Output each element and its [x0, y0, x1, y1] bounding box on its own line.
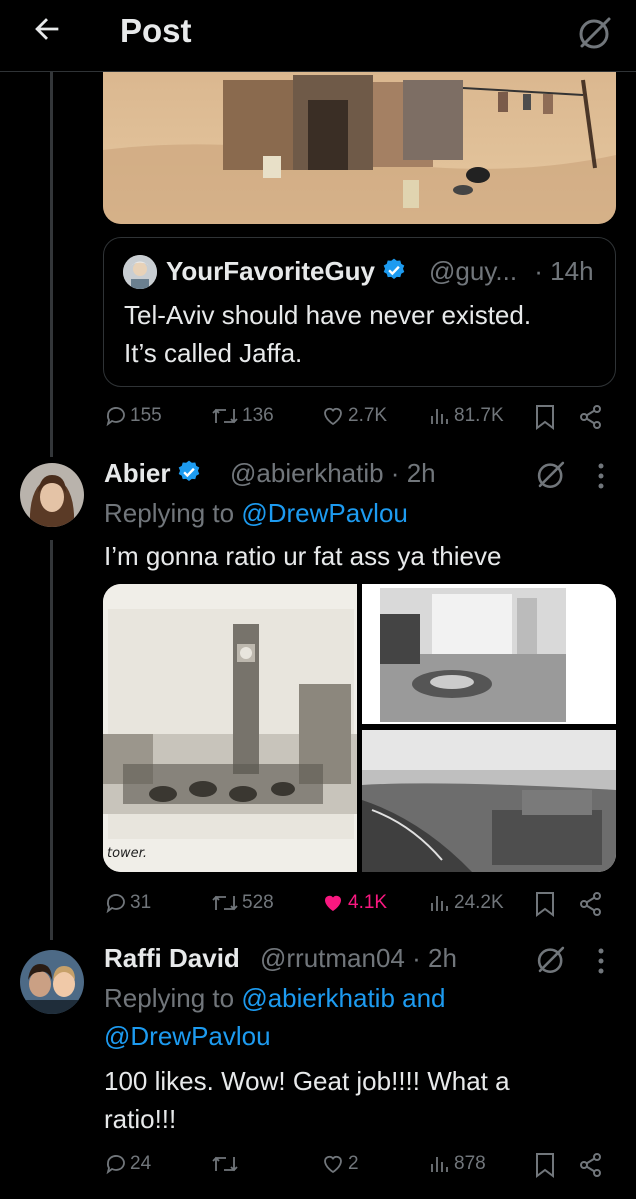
share-icon[interactable] [578, 891, 604, 922]
quoted-post-card[interactable]: YourFavoriteGuy @guy... · 14h Tel-Aviv s… [103, 237, 616, 387]
repost-icon [212, 1156, 238, 1172]
repost-count: 528 [242, 892, 274, 913]
replying-prefix: Replying to [104, 983, 235, 1013]
replying-to: Replying to @DrewPavlou [104, 494, 408, 532]
views-button[interactable]: 878 [428, 1152, 486, 1176]
reply-icon [106, 1155, 125, 1175]
like-count: 2.7K [348, 405, 388, 426]
bookmark-icon[interactable] [534, 404, 556, 435]
views-count: 878 [454, 1153, 486, 1174]
quoted-text-line: Tel-Aviv should have never existed. [124, 300, 532, 330]
repost-icon [212, 408, 238, 424]
share-icon[interactable] [578, 1152, 604, 1183]
views-count: 81.7K [454, 405, 504, 426]
author-label: Abier [104, 458, 171, 488]
quoted-text-line: It’s called Jaffa. [124, 338, 303, 368]
author-handle-time: @rrutman04 · 2h [260, 943, 457, 973]
bookmark-icon[interactable] [534, 1152, 556, 1183]
heart-icon [324, 1155, 342, 1174]
views-icon [431, 896, 448, 911]
repost-count: 136 [242, 405, 274, 426]
reply-button[interactable]: 31 [104, 891, 151, 915]
quoted-text: Tel-Aviv should have never existed. It’s… [124, 296, 604, 372]
post-image-clock-tower[interactable]: tower. [103, 584, 357, 872]
repost-icon [212, 895, 238, 911]
quoted-author-name[interactable]: YourFavoriteGuy [166, 256, 407, 287]
thread-connector [50, 72, 53, 457]
page-title: Post [120, 12, 192, 49]
back-arrow-icon[interactable] [30, 12, 70, 48]
grok-icon[interactable] [534, 457, 568, 496]
reply-icon [106, 894, 125, 914]
repost-button[interactable]: 528 [210, 891, 274, 915]
replying-prefix: Replying to [104, 498, 235, 528]
top-header: Post [0, 0, 636, 72]
like-count: 4.1K [348, 892, 388, 913]
verified-badge-icon [179, 460, 200, 481]
views-button[interactable]: 24.2K [428, 891, 504, 915]
post-image-plaza[interactable] [362, 584, 616, 724]
grok-icon[interactable] [575, 12, 615, 52]
mention-link[interactable]: @DrewPavlou [104, 1017, 446, 1055]
like-button[interactable]: 2.7K [320, 404, 387, 428]
repost-button[interactable]: 136 [210, 404, 274, 428]
more-options-icon[interactable] [594, 462, 608, 495]
verified-badge-icon [383, 258, 405, 279]
mention-link[interactable]: @DrewPavlou [241, 498, 408, 528]
views-icon [431, 1157, 448, 1172]
author-name[interactable]: Abier [104, 458, 202, 489]
post-text-line: ratio!!! [104, 1104, 177, 1134]
grok-icon[interactable] [534, 942, 568, 981]
post-text-line: 100 likes. Wow! Geat job!!!! What a [104, 1066, 510, 1096]
reply-button[interactable]: 155 [104, 404, 162, 428]
like-button[interactable]: 4.1K [320, 891, 387, 915]
more-options-icon[interactable] [594, 947, 608, 980]
image-caption: tower. [107, 846, 147, 861]
quoted-author-label: YourFavoriteGuy [166, 256, 376, 286]
views-button[interactable]: 81.7K [428, 404, 504, 428]
author-name[interactable]: Raffi David [104, 943, 240, 974]
bookmark-icon[interactable] [534, 891, 556, 922]
thread-connector [50, 540, 53, 940]
reply-count: 31 [130, 892, 152, 913]
quoted-time: · 14h [534, 256, 594, 286]
quoted-handle[interactable]: @guy... [429, 256, 517, 286]
avatar[interactable] [20, 463, 84, 527]
quoted-meta: @guy... · 14h [429, 256, 594, 287]
repost-button[interactable] [210, 1152, 242, 1176]
replying-to: Replying to @abierkhatib and @DrewPavlou [104, 979, 446, 1055]
post-image-coastline[interactable] [362, 730, 616, 872]
reply-count: 155 [130, 405, 162, 426]
like-button[interactable]: 2 [320, 1152, 359, 1176]
views-count: 24.2K [454, 892, 504, 913]
heart-filled-icon [325, 895, 341, 911]
avatar[interactable] [123, 255, 157, 289]
share-icon[interactable] [578, 404, 604, 435]
heart-icon [324, 407, 342, 426]
avatar[interactable] [20, 950, 84, 1014]
post-text: I’m gonna ratio ur fat ass ya thieve [104, 541, 502, 571]
post-text: 100 likes. Wow! Geat job!!!! What a rati… [104, 1062, 510, 1138]
reply-count: 24 [130, 1153, 152, 1174]
reply-button[interactable]: 24 [104, 1152, 151, 1176]
mention-link[interactable]: @abierkhatib and [241, 983, 445, 1013]
author-handle-time: @abierkhatib · 2h [230, 458, 436, 488]
like-count: 2 [348, 1153, 359, 1174]
reply-icon [106, 407, 125, 427]
views-icon [431, 409, 448, 424]
